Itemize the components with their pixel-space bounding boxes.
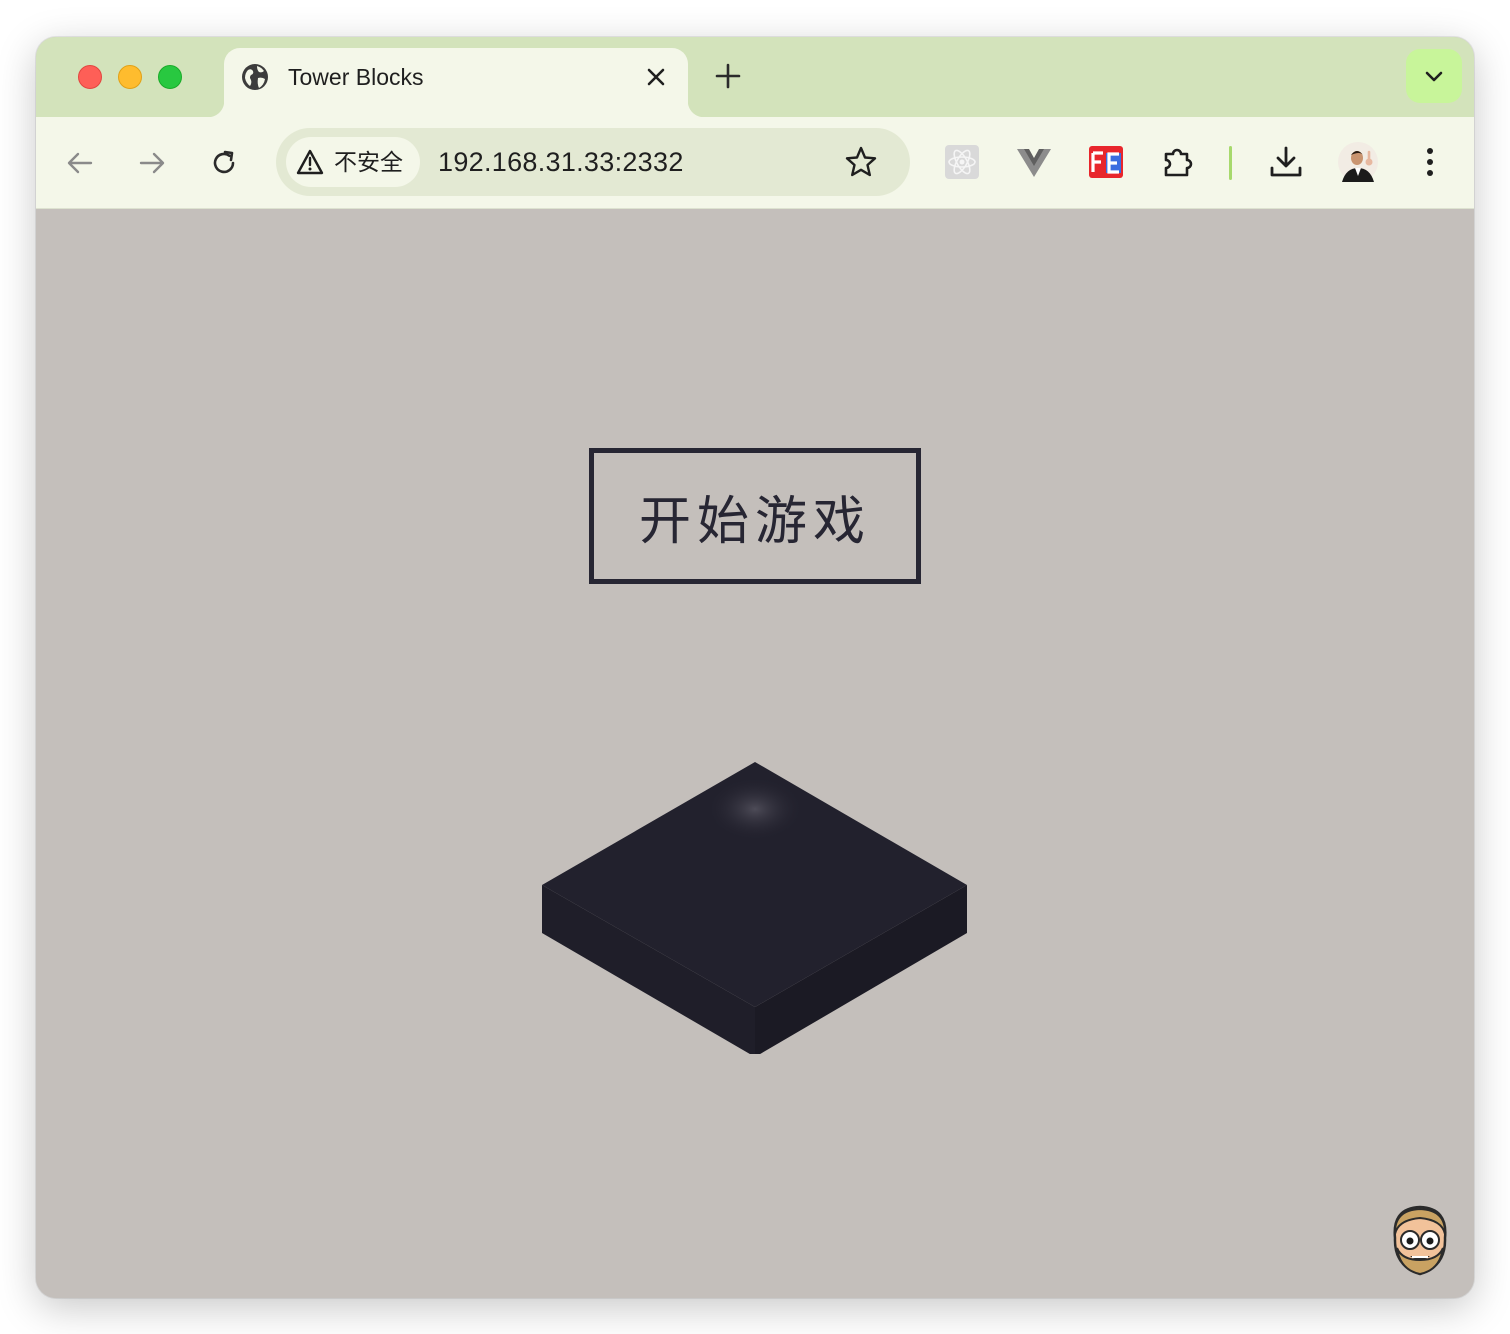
react-devtools-icon[interactable]	[944, 144, 980, 180]
address-bar[interactable]: 不安全 192.168.31.33:2332	[276, 128, 910, 196]
url-text[interactable]: 192.168.31.33:2332	[438, 146, 684, 178]
active-tab[interactable]: Tower Blocks	[208, 48, 704, 117]
close-window-button[interactable]	[78, 65, 102, 89]
browser-toolbar: 不安全 192.168.31.33:2332	[36, 117, 1474, 209]
base-block	[542, 762, 967, 1054]
browser-window: Tower Blocks 不安全 192.168.31.33:2332 开始游戏	[36, 37, 1474, 1298]
new-tab-icon[interactable]	[714, 62, 742, 90]
extensions-puzzle-icon[interactable]	[1160, 144, 1196, 180]
tab-strip: Tower Blocks	[36, 37, 1474, 117]
download-icon[interactable]	[1268, 144, 1304, 180]
not-secure-label: 不安全	[334, 149, 403, 175]
bookmark-star-icon[interactable]	[844, 145, 878, 179]
security-chip[interactable]: 不安全	[286, 137, 420, 187]
mascot-face-icon[interactable]	[1388, 1204, 1452, 1278]
more-menu-icon[interactable]	[1412, 144, 1448, 180]
tab-title: Tower Blocks	[288, 64, 424, 90]
globe-icon	[242, 64, 268, 90]
profile-avatar[interactable]	[1338, 142, 1378, 182]
back-arrow-icon[interactable]	[64, 147, 96, 179]
toolbar-divider	[1229, 146, 1232, 180]
warning-icon	[296, 149, 324, 175]
forward-arrow-icon[interactable]	[136, 147, 168, 179]
tab-search-button[interactable]	[1406, 49, 1462, 103]
vue-devtools-icon[interactable]	[1016, 144, 1052, 180]
start-game-button[interactable]: 开始游戏	[589, 448, 921, 584]
chevron-down-icon	[1425, 71, 1443, 82]
minimize-window-button[interactable]	[118, 65, 142, 89]
game-canvas[interactable]: 开始游戏	[36, 209, 1474, 1298]
close-tab-icon[interactable]	[644, 65, 668, 89]
fe-helper-icon[interactable]	[1088, 144, 1124, 180]
maximize-window-button[interactable]	[158, 65, 182, 89]
reload-icon[interactable]	[208, 147, 240, 179]
